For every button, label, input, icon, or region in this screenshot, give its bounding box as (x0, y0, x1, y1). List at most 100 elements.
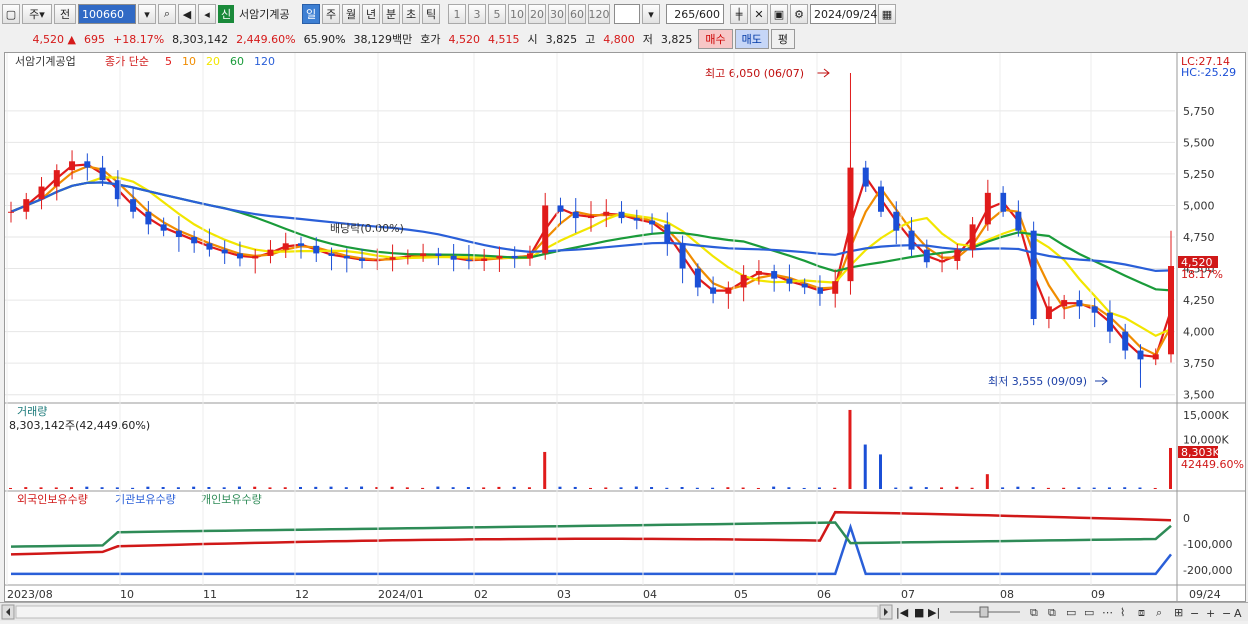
count-input[interactable]: 265/600 (666, 4, 724, 24)
stop-icon[interactable]: ■ (914, 606, 924, 619)
minute-button-20[interactable]: 20 (528, 4, 546, 24)
x-tick-5: 02 (474, 588, 488, 601)
stock-code-input[interactable]: 100660 (78, 4, 136, 24)
candle-body-3 (53, 170, 60, 187)
zoom-slider-thumb[interactable] (979, 606, 989, 618)
holding-lines (10, 510, 1172, 576)
candle-body-47 (725, 287, 732, 294)
date-input[interactable]: 2024/09/24 (810, 4, 877, 24)
candle-body-70 (1076, 300, 1083, 307)
minute-button-120[interactable]: 120 (588, 4, 610, 24)
stock-name: 서암기계공 (239, 8, 290, 21)
volume-bar-44 (680, 487, 684, 489)
candle-body-2 (38, 186, 45, 200)
volume: 8,303,142 (172, 32, 229, 46)
ma-legend-60: 60 (230, 55, 244, 68)
minute-button-30[interactable]: 30 (548, 4, 566, 24)
window-icon[interactable]: ▢ (2, 4, 20, 24)
holding-y-axis: 0 -100,000 -200,000 (1183, 512, 1232, 577)
volume-bar-75 (1153, 487, 1157, 489)
minute-button-3[interactable]: 3 (468, 4, 486, 24)
horizontal-scrollbar[interactable] (15, 605, 879, 619)
ma-legend-20: 20 (206, 55, 220, 68)
sound-icon[interactable]: ◀ (178, 4, 196, 24)
minute-button-10[interactable]: 10 (508, 4, 526, 24)
tool-icon[interactable]: ✕ (750, 4, 768, 24)
buy-button[interactable]: 매수 (698, 29, 733, 49)
volume-bar-39 (604, 487, 608, 489)
chart-area[interactable]: 서암기계공업 종가 단순 5 10 20 60 120 LC:27.14 HC:-25.… (4, 52, 1246, 602)
tool6-icon[interactable]: ⌇ (1120, 606, 1125, 619)
tool9-icon[interactable]: ⊞ (1174, 606, 1183, 619)
prev-button[interactable]: 전 (54, 4, 76, 24)
period-button-3[interactable]: 년 (362, 4, 380, 24)
tool7-icon[interactable]: ⧈ (1138, 606, 1145, 619)
tool5-icon[interactable]: ⋯ (1102, 606, 1113, 619)
tool2-icon[interactable]: ⧉ (1048, 606, 1056, 619)
tool3-icon[interactable]: ▭ (1066, 606, 1076, 619)
holding-line-1 (11, 523, 1172, 576)
minute-dropdown-icon[interactable]: ▾ (642, 4, 660, 24)
period-select[interactable]: 주 ▾ (22, 4, 52, 24)
volume-bar-63 (970, 487, 974, 489)
minute-custom-input[interactable] (614, 4, 640, 24)
candle-body-6 (99, 167, 106, 181)
volume-bar-74 (1138, 487, 1142, 489)
holding-tick-2: -200,000 (1183, 564, 1232, 577)
candle-body-71 (1091, 306, 1098, 313)
arrow-left-icon[interactable]: ◂ (198, 4, 216, 24)
tool8-icon[interactable]: ⌕ (1156, 606, 1162, 619)
candle-body-37 (572, 211, 579, 219)
eval-button[interactable]: 평 (770, 29, 796, 49)
price-tick-4: 4,750 (1183, 231, 1215, 244)
minute-button-1[interactable]: 1 (448, 4, 466, 24)
first-page-icon[interactable]: |◀ (896, 606, 909, 619)
period-button-4[interactable]: 분 (382, 4, 400, 24)
candle-body-53 (816, 287, 823, 294)
tool1-icon[interactable]: ⧉ (1030, 606, 1038, 619)
minus-icon[interactable]: − (1190, 607, 1199, 620)
save-icon[interactable]: ▣ (770, 4, 788, 24)
calendar-icon[interactable]: ▦ (878, 4, 896, 24)
period-button-6[interactable]: 틱 (422, 4, 440, 24)
minute-button-60[interactable]: 60 (568, 4, 586, 24)
volume-bar-47 (726, 487, 730, 489)
minute-button-5[interactable]: 5 (488, 4, 506, 24)
x-tick-4: 2024/01 (378, 588, 424, 601)
candle-icon[interactable]: ╪ (730, 4, 748, 24)
volume-bar-57 (879, 454, 882, 489)
tool4-icon[interactable]: ▭ (1084, 606, 1094, 619)
volume-bar-73 (1123, 487, 1127, 489)
period-button-1[interactable]: 주 (322, 4, 340, 24)
period-button-5[interactable]: 초 (402, 4, 420, 24)
candle-body-28 (435, 253, 442, 256)
volume-bar-33 (512, 486, 516, 489)
open-label: 시 (527, 33, 538, 46)
volume-bar-27 (421, 487, 425, 489)
candle-body-19 (298, 243, 304, 246)
candle-body-73 (1122, 331, 1129, 351)
volume-bar-41 (634, 486, 638, 489)
price-tick-2: 5,250 (1183, 168, 1215, 181)
period-button-2[interactable]: 월 (342, 4, 360, 24)
stock-chart[interactable]: 서암기계공업 종가 단순 5 10 20 60 120 LC:27.14 HC:-25.… (5, 53, 1245, 601)
high-annotation: 최고 6,050 (06/07) (705, 67, 804, 80)
price-tick-6: 4,250 (1183, 294, 1215, 307)
code-dropdown-icon[interactable]: ▾ (138, 4, 156, 24)
period-button-0[interactable]: 일 (302, 4, 320, 24)
candle-body-36 (557, 205, 564, 212)
volume-bar-8 (131, 487, 135, 489)
font-icon[interactable]: A (1234, 607, 1242, 620)
volume-pct: 2,449.60% (236, 32, 296, 46)
plus-icon[interactable]: + (1206, 607, 1215, 620)
high-label: 고 (585, 33, 596, 46)
dash-icon[interactable]: − (1222, 607, 1231, 620)
last-page-icon[interactable]: ▶| (928, 606, 940, 619)
gear-icon[interactable]: ⚙ (790, 4, 808, 24)
sell-button[interactable]: 매도 (734, 29, 769, 49)
volume-bar-26 (405, 487, 409, 489)
dividend-annotation: 배당락(0.00%) (330, 222, 404, 235)
x-tick-8: 05 (734, 588, 748, 601)
search-icon[interactable]: ⌕ (158, 4, 176, 24)
candle-body-59 (908, 230, 915, 250)
